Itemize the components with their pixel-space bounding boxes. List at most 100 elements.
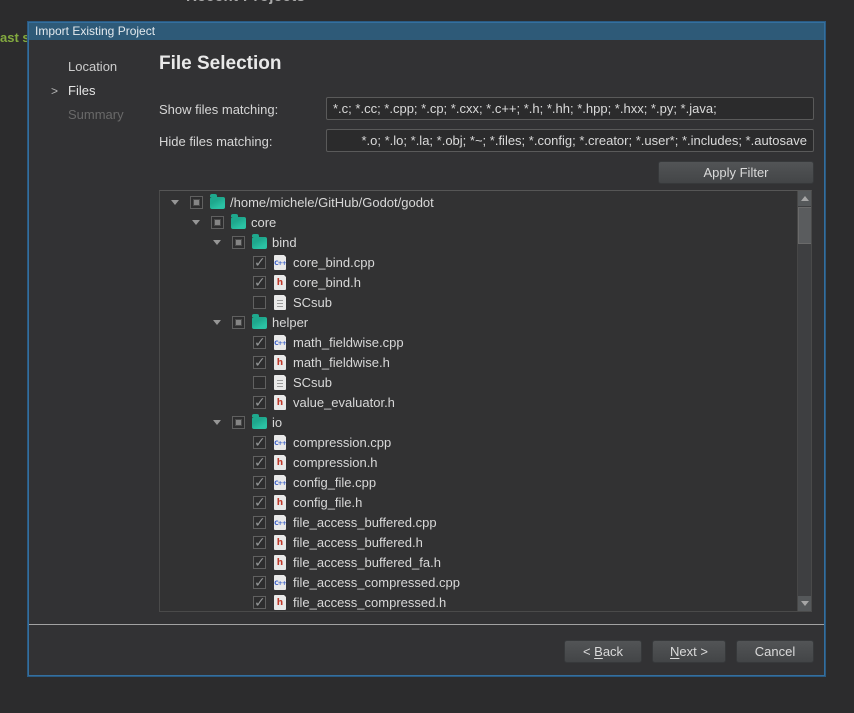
row-icon-slot — [272, 575, 288, 590]
scrollbar-down-button[interactable] — [798, 596, 812, 611]
tree-row[interactable]: core_bind.cpp — [160, 252, 797, 272]
row-checkbox[interactable] — [253, 536, 266, 549]
scroll-up-arrow-icon — [801, 196, 809, 201]
row-checkbox[interactable] — [253, 476, 266, 489]
expander-down-icon[interactable] — [213, 240, 221, 245]
page-title: File Selection — [159, 53, 281, 75]
row-checkbox[interactable] — [253, 576, 266, 589]
tree-row[interactable]: file_access_buffered_fa.h — [160, 552, 797, 572]
tree-row[interactable]: /home/michele/GitHub/Godot/godot — [160, 192, 797, 212]
background-recent-projects-text: Recent Projects — [186, 0, 305, 5]
back-button-label: < Back — [583, 644, 623, 659]
expander-down-icon[interactable] — [213, 420, 221, 425]
row-label: /home/michele/GitHub/Godot/godot — [230, 195, 434, 210]
expander-down-icon[interactable] — [192, 220, 200, 225]
row-checkbox[interactable] — [253, 516, 266, 529]
row-checkbox[interactable] — [253, 396, 266, 409]
row-checkbox[interactable] — [253, 496, 266, 509]
header-file-icon — [274, 595, 286, 610]
row-label: core_bind.h — [293, 275, 361, 290]
row-checkbox[interactable] — [253, 596, 266, 609]
tree-row[interactable]: config_file.cpp — [160, 472, 797, 492]
step-location[interactable]: > Location — [68, 59, 124, 83]
tree-row[interactable]: file_access_compressed.h — [160, 592, 797, 612]
tree-row[interactable]: value_evaluator.h — [160, 392, 797, 412]
row-checkbox[interactable] — [253, 376, 266, 389]
row-checkbox[interactable] — [253, 556, 266, 569]
back-button[interactable]: < Back — [564, 640, 642, 663]
row-checkbox[interactable] — [253, 356, 266, 369]
tree-row[interactable]: core_bind.h — [160, 272, 797, 292]
tree-row[interactable]: helper — [160, 312, 797, 332]
tree-row[interactable]: SCsub — [160, 372, 797, 392]
step-label: Summary — [68, 107, 124, 122]
tree-row[interactable]: SCsub — [160, 292, 797, 312]
expander-slot — [210, 320, 232, 325]
row-label: file_access_compressed.cpp — [293, 575, 460, 590]
row-checkbox[interactable] — [253, 456, 266, 469]
folder-icon — [252, 237, 267, 249]
row-icon-slot — [272, 335, 288, 350]
tree-row[interactable]: compression.h — [160, 452, 797, 472]
tree-row[interactable]: config_file.h — [160, 492, 797, 512]
row-checkbox[interactable] — [253, 256, 266, 269]
row-checkbox[interactable] — [253, 336, 266, 349]
expander-slot — [189, 220, 211, 225]
step-files[interactable]: > Files — [68, 83, 124, 107]
row-checkbox[interactable] — [232, 416, 245, 429]
row-label: bind — [272, 235, 297, 250]
wizard-steps: > Location > Files > Summary — [68, 59, 124, 131]
row-icon-slot — [272, 295, 288, 310]
row-checkbox[interactable] — [211, 216, 224, 229]
expander-slot — [210, 420, 232, 425]
text-file-icon — [274, 295, 286, 310]
row-checkbox[interactable] — [232, 236, 245, 249]
tree-row[interactable]: compression.cpp — [160, 432, 797, 452]
show-files-label: Show files matching: — [159, 102, 278, 117]
tree-row[interactable]: core — [160, 212, 797, 232]
row-icon-slot — [272, 535, 288, 550]
dialog-titlebar[interactable]: Import Existing Project — [29, 23, 824, 40]
current-step-chevron-icon: > — [51, 83, 58, 99]
apply-filter-button[interactable]: Apply Filter — [658, 161, 814, 184]
tree-row[interactable]: io — [160, 412, 797, 432]
tree-row[interactable]: bind — [160, 232, 797, 252]
tree-row[interactable]: math_fieldwise.h — [160, 352, 797, 372]
hide-files-input[interactable]: *.o; *.lo; *.la; *.obj; *~; *.files; *.c… — [326, 129, 814, 152]
folder-icon — [252, 317, 267, 329]
expander-down-icon[interactable] — [213, 320, 221, 325]
row-icon-slot — [230, 215, 246, 229]
row-checkbox[interactable] — [253, 276, 266, 289]
tree-rows: /home/michele/GitHub/Godot/godot core bi… — [160, 192, 797, 612]
row-icon-slot — [272, 435, 288, 450]
row-icon-slot — [272, 255, 288, 270]
row-label: file_access_compressed.h — [293, 595, 446, 610]
show-files-input[interactable]: *.c; *.cc; *.cpp; *.cp; *.cxx; *.c++; *.… — [326, 97, 814, 120]
scrollbar-up-button[interactable] — [798, 191, 812, 206]
cancel-button[interactable]: Cancel — [736, 640, 814, 663]
folder-icon — [252, 417, 267, 429]
folder-icon — [210, 197, 225, 209]
row-label: compression.cpp — [293, 435, 391, 450]
cpp-file-icon — [274, 575, 286, 590]
header-file-icon — [274, 275, 286, 290]
tree-row[interactable]: math_fieldwise.cpp — [160, 332, 797, 352]
hide-files-label: Hide files matching: — [159, 134, 272, 149]
row-icon-slot — [272, 275, 288, 290]
expander-down-icon[interactable] — [171, 200, 179, 205]
scrollbar-thumb[interactable] — [798, 207, 812, 244]
row-checkbox[interactable] — [232, 316, 245, 329]
tree-row[interactable]: file_access_buffered.h — [160, 532, 797, 552]
tree-scrollbar[interactable] — [797, 191, 811, 611]
row-checkbox[interactable] — [253, 296, 266, 309]
row-checkbox[interactable] — [190, 196, 203, 209]
next-button[interactable]: Next > — [652, 640, 726, 663]
tree-row[interactable]: file_access_compressed.cpp — [160, 572, 797, 592]
row-checkbox[interactable] — [253, 436, 266, 449]
header-file-icon — [274, 495, 286, 510]
file-tree[interactable]: /home/michele/GitHub/Godot/godot core bi… — [159, 190, 812, 612]
row-label: math_fieldwise.h — [293, 355, 390, 370]
row-label: compression.h — [293, 455, 378, 470]
row-icon-slot — [272, 375, 288, 390]
tree-row[interactable]: file_access_buffered.cpp — [160, 512, 797, 532]
